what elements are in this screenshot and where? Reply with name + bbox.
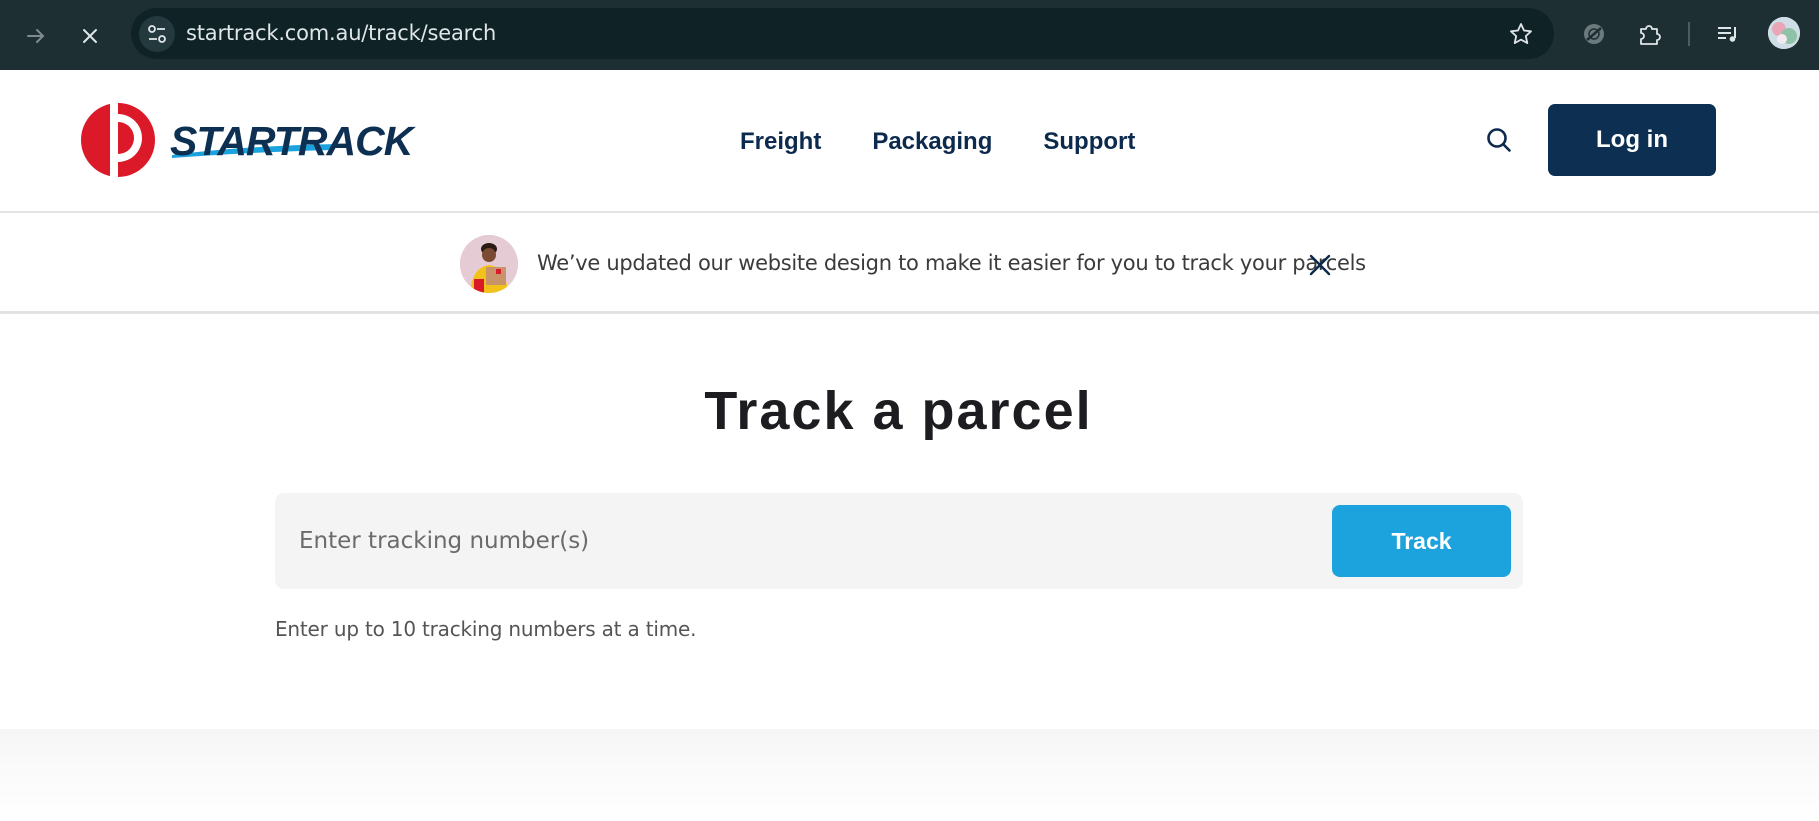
startrack-logo[interactable]: STARTRACK [80, 100, 430, 180]
blocked-extension-icon [1584, 24, 1604, 44]
extension-button[interactable] [1576, 16, 1612, 52]
close-icon [1309, 254, 1331, 276]
main-nav: Freight Packaging Support [740, 70, 1135, 213]
profile-avatar[interactable] [1768, 17, 1800, 49]
delivery-person-icon [460, 235, 518, 293]
profile-picture-icon [1768, 17, 1800, 49]
media-controls-button[interactable] [1710, 16, 1746, 52]
search-icon [1487, 128, 1511, 152]
footer-band [0, 729, 1819, 821]
track-button[interactable]: Track [1332, 505, 1511, 577]
nav-support[interactable]: Support [1043, 128, 1135, 156]
url-text[interactable]: startrack.com.au/track/search [186, 8, 496, 59]
delivery-person-illustration [460, 235, 518, 293]
notice-message: We’ve updated our website design to make… [537, 251, 1366, 275]
stop-loading-button[interactable] [72, 18, 108, 54]
notice-close-button[interactable] [1305, 250, 1335, 280]
bookmark-star-icon[interactable] [1508, 21, 1534, 47]
login-button[interactable]: Log in [1548, 104, 1716, 176]
address-bar[interactable]: startrack.com.au/track/search [131, 8, 1554, 59]
helper-text: Enter up to 10 tracking numbers at a tim… [275, 617, 697, 641]
search-button[interactable] [1481, 122, 1517, 158]
brand-wordmark: STARTRACK [170, 118, 413, 164]
tune-icon [148, 25, 166, 43]
notice-banner: We’ve updated our website design to make… [0, 213, 1819, 314]
forward-button[interactable] [18, 18, 54, 54]
tracking-form: Track [275, 493, 1523, 589]
close-icon [83, 29, 97, 43]
page-title: Track a parcel [704, 381, 1093, 441]
nav-freight[interactable]: Freight [740, 128, 821, 156]
puzzle-icon [1640, 25, 1661, 45]
tracking-number-input[interactable] [275, 493, 1315, 589]
arrow-right-icon [27, 29, 45, 43]
site-info-button[interactable] [139, 16, 175, 52]
toolbar-separator [1688, 22, 1690, 46]
site-header: STARTRACK Freight Packaging Support Log … [0, 70, 1819, 213]
nav-packaging[interactable]: Packaging [872, 128, 992, 156]
browser-toolbar: startrack.com.au/track/search [0, 0, 1819, 70]
playlist-music-icon [1718, 27, 1736, 42]
extensions-menu-button[interactable] [1631, 16, 1667, 52]
